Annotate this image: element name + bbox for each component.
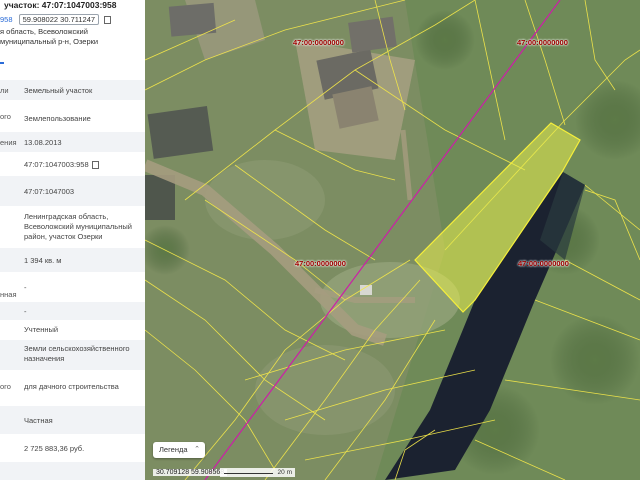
info-row: Ленинградская область, Всеволожский муни… (0, 206, 145, 248)
row-value: - (24, 307, 27, 316)
row-value: Частная (24, 416, 53, 425)
info-row (0, 462, 145, 480)
info-row: ого Землепользование (0, 100, 145, 132)
district-label: 47:00:0000000 (293, 38, 344, 47)
map-view[interactable]: 47:00:0000000 47:00:0000000 47:00:000000… (145, 0, 640, 480)
cursor-coordinates: 30.709128 59.908568 (153, 469, 228, 476)
legend-button[interactable]: Легенда ⌃ (153, 442, 205, 458)
row-value: Земельный участок (24, 86, 93, 95)
info-row: 1 394 кв. м (0, 248, 145, 272)
row-value: 47:07:1047003 (24, 187, 75, 196)
row-label: ли (0, 86, 9, 95)
parcel-address: я область, Всеволожский муниципальный р-… (0, 27, 99, 46)
row-value: 13.08.2013 (24, 138, 62, 147)
info-row: Частная (0, 406, 145, 434)
satellite-imagery (145, 0, 640, 480)
info-row: ли Земельный участок (0, 80, 145, 100)
info-row: 2 725 883,36 руб. (0, 434, 145, 462)
info-row: 47:07:1047003 (0, 176, 145, 206)
row-value: 47:07:1047003:958 (24, 160, 142, 170)
tab-indicator (0, 62, 4, 64)
info-row: 47:07:1047003:958 (0, 152, 145, 176)
info-row: Учтенный (0, 320, 145, 340)
info-panel: участок: 47:07:1047003:958 958 59.908022… (0, 0, 146, 480)
row-value: Землепользование (24, 114, 91, 123)
chevron-up-icon: ⌃ (194, 446, 200, 453)
row-value: - (24, 283, 27, 292)
row-value: Ленинградская область, Всеволожский муни… (24, 212, 132, 241)
row-label: ого (0, 112, 11, 121)
district-label: 47:00:0000000 (518, 259, 569, 268)
info-row: ения 13.08.2013 (0, 132, 145, 152)
legend-label: Легенда (159, 445, 188, 454)
district-label: 47:00:0000000 (295, 259, 346, 268)
row-value: 2 725 883,36 руб. (24, 444, 85, 453)
row-label: ого (0, 382, 11, 391)
copy-icon[interactable] (104, 16, 112, 25)
parcel-title: участок: 47:07:1047003:958 (4, 0, 117, 10)
coordinates-value: 59.908022 30.711247 (18, 14, 100, 25)
coordinates-row: 958 59.908022 30.711247 (0, 14, 112, 25)
district-label: 47:00:0000000 (517, 38, 568, 47)
scale-bar: 20 m (220, 468, 295, 477)
row-label: ения (0, 138, 17, 147)
row-label: нная (0, 290, 17, 299)
info-row: Земли сельскохозяйственного назначения (0, 340, 145, 370)
row-value: для дачного строительства (24, 382, 119, 391)
info-row: ого для дачного строительства (0, 370, 145, 406)
copy-icon[interactable] (91, 161, 99, 170)
info-row: нная - (0, 272, 145, 302)
row-value: Учтенный (24, 325, 59, 334)
cadastral-link[interactable]: 958 (0, 15, 13, 24)
row-value: 1 394 кв. м (24, 256, 62, 265)
row-value: Земли сельскохозяйственного назначения (24, 344, 130, 363)
info-row: - (0, 302, 145, 320)
